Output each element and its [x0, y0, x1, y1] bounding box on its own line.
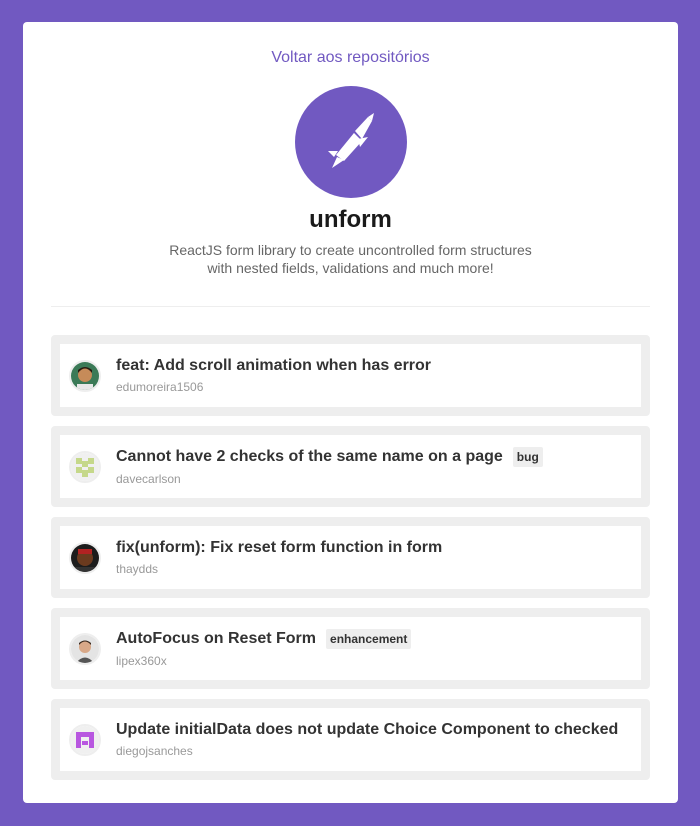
rocket-icon [327, 113, 374, 168]
issue-list: feat: Add scroll animation when has erro… [51, 335, 650, 780]
user-avatar [69, 359, 101, 392]
issue-item: feat: Add scroll animation when has erro… [51, 335, 650, 416]
issue-title-link[interactable]: AutoFocus on Reset Form [116, 630, 316, 648]
repo-owner-avatar [294, 86, 407, 198]
user-avatar [69, 541, 101, 574]
issue-title-link[interactable]: fix(unform): Fix reset form function in … [116, 539, 442, 557]
issue-author: davecarlson [116, 472, 181, 486]
user-avatar [69, 723, 101, 756]
issue-title-link[interactable]: feat: Add scroll animation when has erro… [116, 357, 431, 375]
divider [51, 306, 650, 307]
issue-item: AutoFocus on Reset Form enhancement lipe… [51, 608, 650, 689]
issue-title-link[interactable]: Update initialData does not update Choic… [116, 721, 618, 739]
issue-item: fix(unform): Fix reset form function in … [51, 517, 650, 598]
issue-author: lipex360x [116, 654, 167, 668]
issue-author: thaydds [116, 562, 159, 576]
issue-title-link[interactable]: Cannot have 2 checks of the same name on… [116, 448, 503, 466]
issue-item: Cannot have 2 checks of the same name on… [51, 426, 650, 507]
back-to-repositories-link[interactable]: Voltar aos repositórios [51, 49, 650, 67]
user-avatar [69, 632, 101, 665]
user-avatar [69, 450, 101, 483]
repo-name: unform [309, 206, 392, 233]
issue-author: edumoreira1506 [116, 380, 204, 394]
issue-label-badge: bug [512, 447, 543, 467]
repository-card: Voltar aos repositórios unform ReactJS f… [23, 22, 678, 803]
issue-label-badge: enhancement [326, 629, 412, 649]
issue-item: Update initialData does not update Choic… [51, 699, 650, 780]
repo-description: ReactJS form library to create uncontrol… [169, 242, 532, 276]
issue-author: diegojsanches [116, 744, 193, 758]
